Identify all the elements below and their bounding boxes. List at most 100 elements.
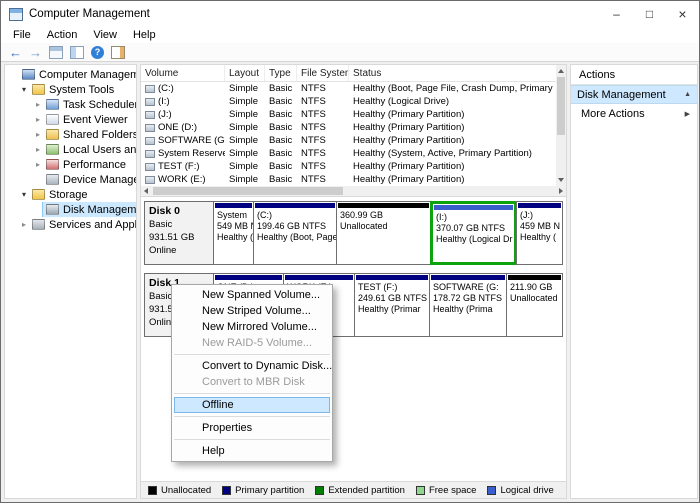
sidebar-item-services-and-applications[interactable]: ▸ Services and Applications <box>5 217 136 232</box>
scroll-down-arrow[interactable] <box>558 178 564 182</box>
disk-0-info[interactable]: Disk 0 Basic 931.51 GB Online <box>144 201 214 265</box>
chevron-right-icon[interactable]: ▸ <box>33 130 43 139</box>
partition-name: 360.99 GB <box>337 210 430 221</box>
submenu-arrow-icon[interactable]: ▶ <box>685 110 690 118</box>
menu-action[interactable]: Action <box>39 29 86 41</box>
menu-item-new-striped-volume[interactable]: New Striped Volume... <box>172 303 332 319</box>
partition-detail: 249.61 GB NTFS <box>355 293 429 304</box>
sidebar-item-computer-management[interactable]: Computer Management (Local <box>5 67 136 82</box>
column-type[interactable]: Type <box>265 65 297 81</box>
menu-item-properties[interactable]: Properties <box>172 420 332 436</box>
volume-row[interactable]: System Reserved Simple Basic NTFS Health… <box>141 147 566 160</box>
sidebar-item-device-manager[interactable]: Device Manager <box>5 172 136 187</box>
sidebar-item-task-scheduler[interactable]: ▸ Task Scheduler <box>5 97 136 112</box>
more-actions-item[interactable]: More Actions ▶ <box>571 104 697 123</box>
actions-title: Actions <box>571 65 697 85</box>
partition-j[interactable]: (J:) 459 MB N Healthy ( <box>516 201 563 265</box>
scroll-right-arrow[interactable] <box>559 188 563 194</box>
menu-file[interactable]: File <box>5 29 39 41</box>
hscrollbar-thumb[interactable] <box>153 187 343 195</box>
volume-row[interactable]: (I:) Simple Basic NTFS Healthy (Logical … <box>141 95 566 108</box>
sidebar-item-performance[interactable]: ▸ Performance <box>5 157 136 172</box>
close-button[interactable]: × <box>666 1 699 27</box>
volume-row[interactable]: TEST (F:) Simple Basic NTFS Healthy (Pri… <box>141 160 566 173</box>
sidebar-item-local-users-and-groups[interactable]: ▸ Local Users and Groups <box>5 142 136 157</box>
scroll-up-arrow[interactable] <box>558 69 564 73</box>
partition-c[interactable]: (C:) 199.46 GB NTFS Healthy (Boot, Page <box>253 201 337 265</box>
maximize-button[interactable]: □ <box>633 1 666 27</box>
sidebar-item-shared-folders[interactable]: ▸ Shared Folders <box>5 127 136 142</box>
sidebar-item-system-tools[interactable]: ▾ System Tools <box>5 82 136 97</box>
back-icon[interactable]: ← <box>9 46 22 59</box>
show-console-tree-icon[interactable] <box>70 46 84 59</box>
menu-item-offline[interactable]: Offline <box>174 397 330 413</box>
title-bar[interactable]: Computer Management – □ × <box>1 1 699 27</box>
console-window-icon[interactable] <box>49 46 63 59</box>
partition-unallocated-disk1[interactable]: 211.90 GB Unallocated <box>506 273 563 337</box>
scrollbar-thumb[interactable] <box>557 77 565 135</box>
volume-row[interactable]: WORK (E:) Simple Basic NTFS Healthy (Pri… <box>141 173 566 186</box>
sidebar-item-label: System Tools <box>49 84 114 96</box>
volume-layout: Simple <box>225 135 265 146</box>
volume-name: TEST (F:) <box>158 161 200 172</box>
volume-type: Basic <box>265 83 297 94</box>
chevron-down-icon[interactable]: ▾ <box>19 85 29 94</box>
partition-software-g[interactable]: SOFTWARE (G: 178.72 GB NTFS Healthy (Pri… <box>429 273 507 337</box>
minimize-button[interactable]: – <box>600 1 633 27</box>
collapse-chevron-icon[interactable]: ▲ <box>684 91 691 98</box>
volume-name: WORK (E:) <box>158 174 206 185</box>
shared-folders-icon <box>46 129 59 140</box>
partition-i-selected[interactable]: (I:) 370.07 GB NTFS Healthy (Logical Dr <box>430 201 517 265</box>
sidebar-item-storage[interactable]: ▾ Storage <box>5 187 136 202</box>
column-file-system[interactable]: File System <box>297 65 349 81</box>
volume-row[interactable]: ONE (D:) Simple Basic NTFS Healthy (Prim… <box>141 121 566 134</box>
volume-row[interactable]: (C:) Simple Basic NTFS Healthy (Boot, Pa… <box>141 82 566 95</box>
primary-partition-bar <box>356 275 428 280</box>
chevron-right-icon[interactable]: ▸ <box>33 160 43 169</box>
legend-logical-drive: Logical drive <box>487 485 553 496</box>
chevron-right-icon[interactable]: ▸ <box>33 145 43 154</box>
legend-label: Primary partition <box>235 485 304 496</box>
legend-label: Free space <box>429 485 477 496</box>
disk-name: Disk 0 <box>149 205 209 218</box>
menu-item-help[interactable]: Help <box>172 443 332 459</box>
menu-item-new-mirrored-volume[interactable]: New Mirrored Volume... <box>172 319 332 335</box>
forward-icon[interactable]: → <box>29 46 42 59</box>
actions-header-label: Disk Management <box>577 89 684 101</box>
legend-label: Unallocated <box>161 485 211 496</box>
partition-system[interactable]: System 549 MB N Healthy ( <box>213 201 254 265</box>
sidebar-item-disk-management[interactable]: Disk Management <box>5 202 136 217</box>
legend-extended-partition: Extended partition <box>315 485 405 496</box>
menu-view[interactable]: View <box>85 29 125 41</box>
chevron-right-icon[interactable]: ▸ <box>33 100 43 109</box>
disk-0-partitions: System 549 MB N Healthy ( (C:) 199.46 GB… <box>214 201 563 265</box>
menu-item-new-raid5-volume[interactable]: New RAID-5 Volume... <box>172 335 332 351</box>
menu-separator <box>174 439 330 440</box>
menu-help[interactable]: Help <box>125 29 164 41</box>
menu-item-new-spanned-volume[interactable]: New Spanned Volume... <box>172 287 332 303</box>
partition-test-f[interactable]: TEST (F:) 249.61 GB NTFS Healthy (Primar <box>354 273 430 337</box>
menu-item-convert-to-mbr-disk[interactable]: Convert to MBR Disk <box>172 374 332 390</box>
chevron-right-icon[interactable]: ▸ <box>19 220 29 229</box>
scroll-left-arrow[interactable] <box>144 188 148 194</box>
drive-icon <box>145 98 155 106</box>
column-volume[interactable]: Volume <box>141 65 225 81</box>
partition-unallocated-disk0[interactable]: 360.99 GB Unallocated <box>336 201 431 265</box>
partition-status: Healthy (Boot, Page <box>254 232 336 243</box>
help-icon[interactable]: ? <box>91 46 104 59</box>
actions-disk-management-header[interactable]: Disk Management ▲ <box>571 85 697 104</box>
column-status[interactable]: Status <box>349 65 566 81</box>
menu-item-convert-to-dynamic-disk[interactable]: Convert to Dynamic Disk... <box>172 358 332 374</box>
volume-status: Healthy (Primary Partition) <box>349 109 566 120</box>
sidebar-item-event-viewer[interactable]: ▸ Event Viewer <box>5 112 136 127</box>
volume-row[interactable]: (J:) Simple Basic NTFS Healthy (Primary … <box>141 108 566 121</box>
action-pane-icon[interactable] <box>111 46 125 59</box>
volume-row[interactable]: SOFTWARE (G:) Simple Basic NTFS Healthy … <box>141 134 566 147</box>
volume-name: (C:) <box>158 83 174 94</box>
column-layout[interactable]: Layout <box>225 65 265 81</box>
chevron-down-icon[interactable]: ▾ <box>19 190 29 199</box>
volume-type: Basic <box>265 161 297 172</box>
partition-detail: 459 MB N <box>517 221 562 232</box>
chevron-right-icon[interactable]: ▸ <box>33 115 43 124</box>
free-space-swatch <box>416 486 425 495</box>
